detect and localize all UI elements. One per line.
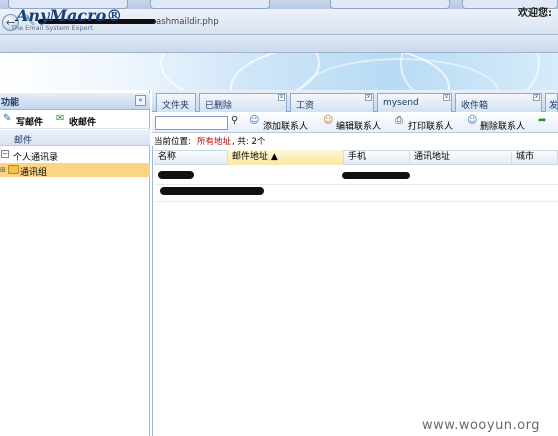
edit-contact-button[interactable]: 编辑联系人 xyxy=(336,119,381,132)
app-header xyxy=(0,53,558,90)
export-icon[interactable]: ➦ xyxy=(538,115,546,126)
inbox-icon[interactable]: ✉ xyxy=(56,113,64,124)
tab-folders-label: 文件夹 xyxy=(162,101,190,111)
redacted-name xyxy=(158,171,194,179)
add-contact-icon[interactable]: ☺ xyxy=(249,115,259,126)
redacted-mobile xyxy=(342,172,410,179)
breadcrumb-prefix: 当前位置: xyxy=(154,137,191,147)
tab-inbox-label: 收件箱 xyxy=(461,101,489,111)
collapse-icon[interactable]: « xyxy=(135,95,146,106)
browser-tab[interactable] xyxy=(150,0,270,9)
close-icon[interactable]: x xyxy=(365,94,372,101)
sidebar-title: 功能 xyxy=(1,98,20,108)
tree-expand-icon[interactable]: ⊞ xyxy=(0,166,6,174)
watermark: www.wooyun.org xyxy=(422,418,541,433)
tree-collapse-icon[interactable]: − xyxy=(1,150,9,158)
tab-mysend-label: mysend xyxy=(383,98,419,108)
search-input[interactable] xyxy=(155,116,228,130)
close-icon[interactable]: x xyxy=(533,94,540,101)
url-text: ashmaildir.php xyxy=(156,17,219,27)
edit-contact-icon[interactable]: ☺ xyxy=(323,115,333,126)
row-divider xyxy=(154,201,558,202)
tree-item-contact-group-label: 通讯组 xyxy=(20,168,48,178)
tab-salary-label: 工资 xyxy=(296,101,315,111)
delete-contact-button[interactable]: 删除联系人 xyxy=(480,119,525,132)
app-logo: AnyMacro® xyxy=(16,6,123,25)
delete-contact-icon[interactable]: ☺ xyxy=(467,115,477,126)
print-contact-button[interactable]: 打印联系人 xyxy=(408,119,453,132)
column-header-name[interactable]: 名称 xyxy=(154,150,228,165)
folder-icon xyxy=(8,165,19,174)
close-icon[interactable]: x xyxy=(278,94,285,101)
search-icon[interactable]: ⚲ xyxy=(231,115,238,126)
browser-tab[interactable] xyxy=(330,0,450,9)
bookmark-bar xyxy=(0,35,558,53)
receive-button[interactable]: 收邮件 xyxy=(69,115,96,128)
close-icon[interactable]: x xyxy=(443,94,450,101)
compose-button[interactable]: 写邮件 xyxy=(16,115,43,128)
record-count: , 共: 2个 xyxy=(232,137,266,147)
add-contact-button[interactable]: 添加联系人 xyxy=(263,119,308,132)
column-header-city[interactable]: 城市 xyxy=(512,150,558,165)
column-header-email[interactable]: 邮件地址 ▲ xyxy=(228,150,344,165)
welcome-text: 欢迎您: xyxy=(518,8,552,19)
tab-sent-label: 发 xyxy=(549,101,558,111)
sidebar-item-mail-label: 邮件 xyxy=(14,136,33,146)
app-tagline: The Email System Expert xyxy=(11,24,93,32)
tree-item-personal-contacts-label: 个人通讯录 xyxy=(13,153,59,163)
tab-deleted-label: 已删除 xyxy=(205,101,233,111)
redacted-name-email xyxy=(160,187,264,195)
breadcrumb-location[interactable]: 所有地址 xyxy=(197,135,231,147)
sidebar-header xyxy=(0,93,150,110)
print-icon[interactable]: ⎙ xyxy=(395,115,403,126)
compose-icon[interactable]: ✎ xyxy=(3,113,11,124)
column-header-mobile[interactable]: 手机 xyxy=(344,150,410,165)
column-header-address[interactable]: 通讯地址 xyxy=(410,150,512,165)
